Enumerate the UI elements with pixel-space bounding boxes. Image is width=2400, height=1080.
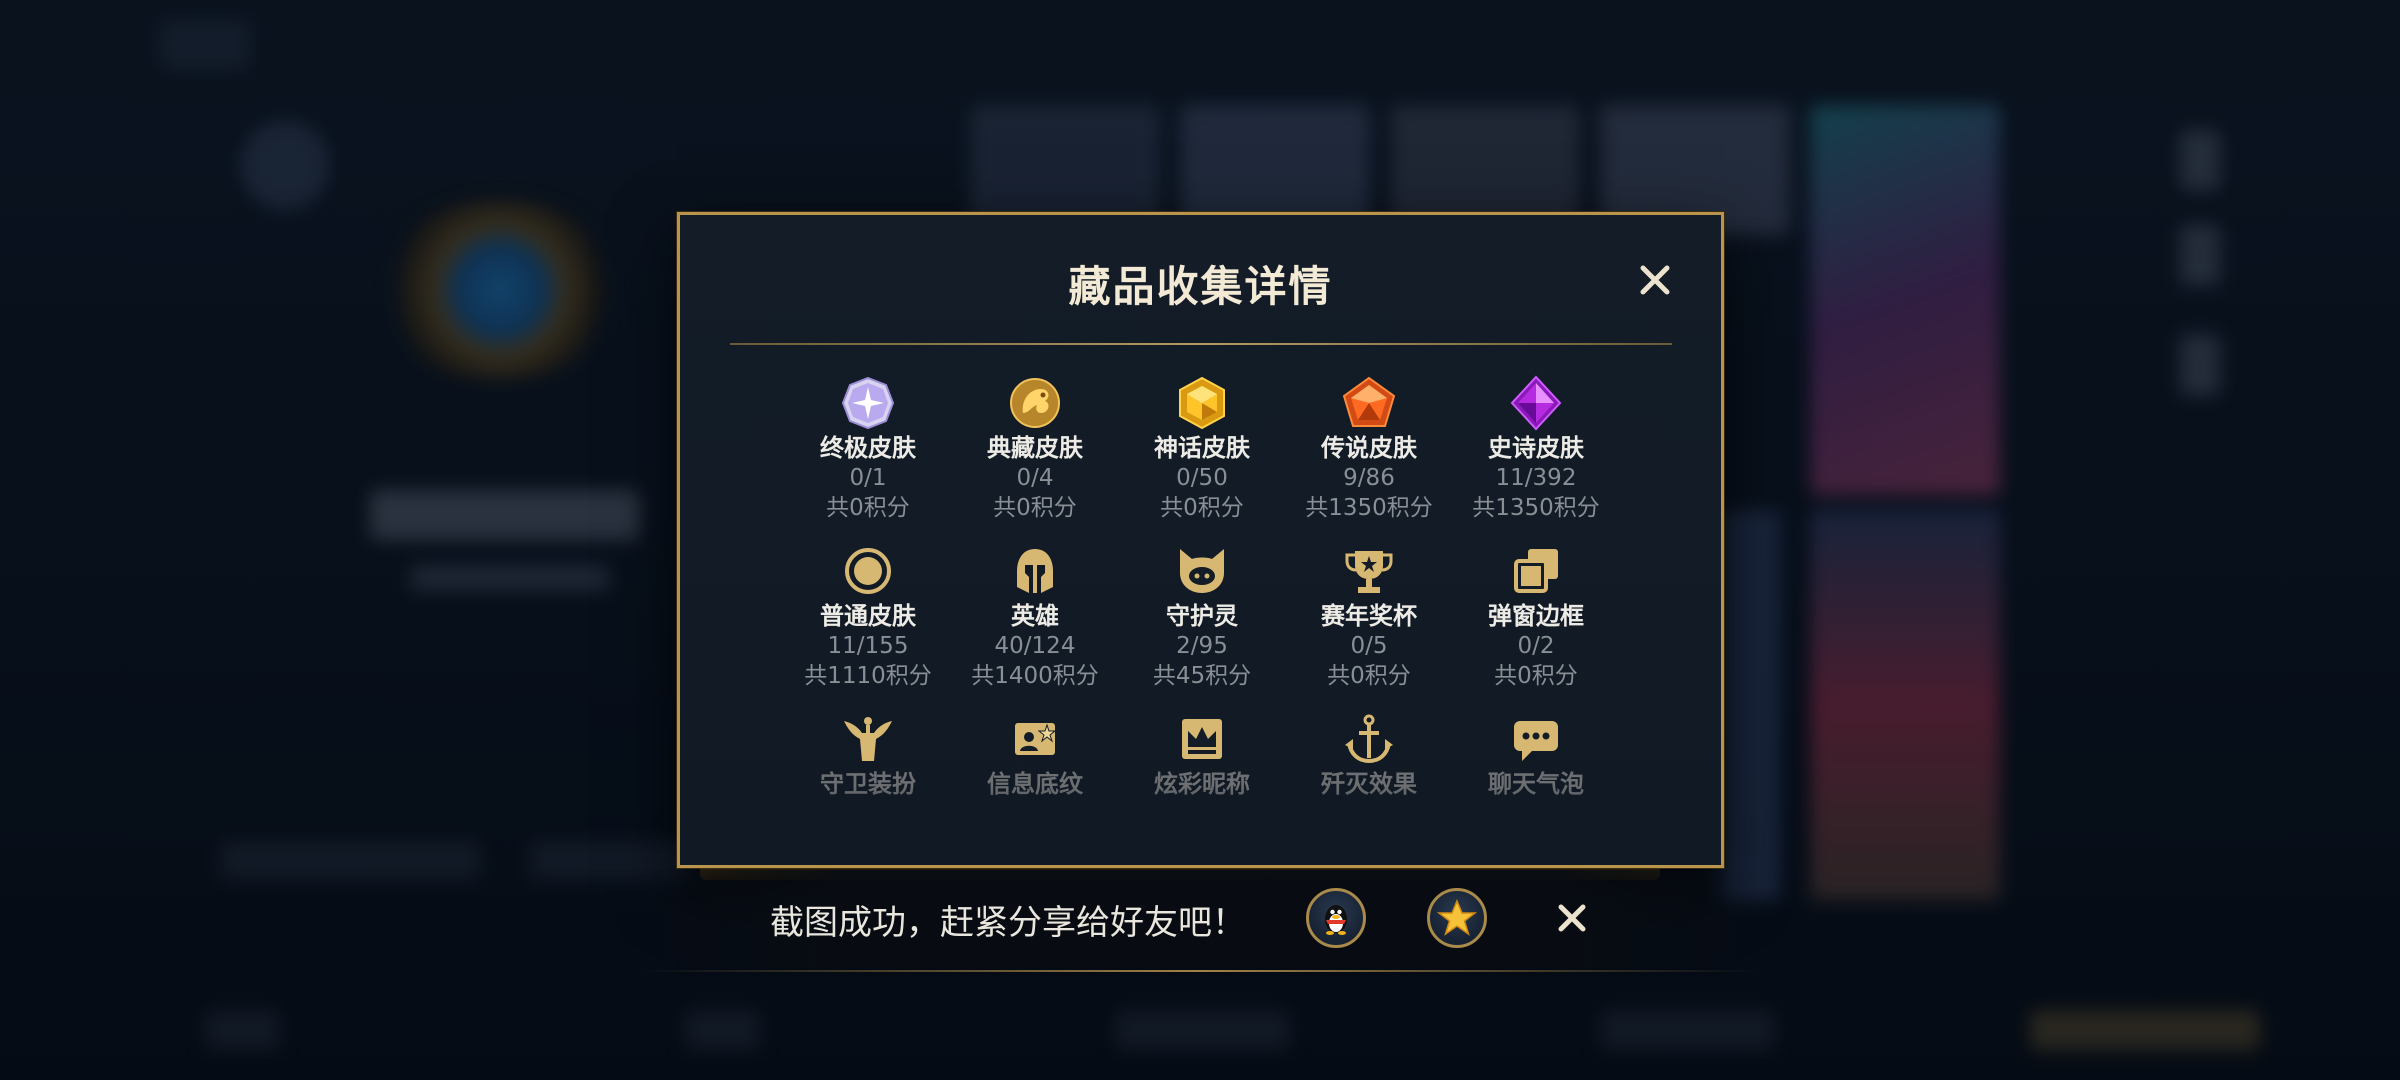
mythic-skin-icon	[1179, 376, 1225, 430]
collection-item-hero[interactable]: 英雄 40/124 共1400积分	[955, 543, 1115, 691]
item-count: 2/95	[1176, 633, 1228, 659]
item-points: 共1400积分	[971, 663, 1099, 689]
item-name: 信息底纹	[987, 770, 1083, 798]
item-points: 共0积分	[1494, 663, 1578, 689]
item-count: 0/50	[1176, 465, 1228, 491]
collection-item-ultimate-skin[interactable]: 终极皮肤 0/1 共0积分	[788, 375, 948, 523]
item-name: 守护灵	[1166, 602, 1238, 630]
screen: 藏品收集详情 终极皮肤 0/1 共0积分 典藏皮肤 0/4 共0积分 神话皮肤 …	[0, 0, 2400, 1080]
collection-item-kill-effect[interactable]: 歼灭效果	[1289, 711, 1449, 799]
item-points: 共0积分	[826, 495, 910, 521]
item-points: 共0积分	[993, 495, 1077, 521]
helmet-icon	[1017, 549, 1053, 593]
epic-skin-icon	[1510, 375, 1562, 431]
collection-item-info-background[interactable]: 信息底纹	[955, 711, 1115, 799]
collection-item-legendary-skin[interactable]: 传说皮肤 9/86 共1350积分	[1289, 375, 1449, 523]
item-name: 聊天气泡	[1488, 770, 1584, 798]
item-count: 0/4	[1016, 465, 1054, 491]
collection-item-guardian-spirit[interactable]: 守护灵 2/95 共45积分	[1122, 543, 1282, 691]
anchor-icon	[1345, 714, 1393, 764]
close-button[interactable]	[1635, 260, 1675, 300]
item-points: 共0积分	[1160, 495, 1244, 521]
collector-skin-icon	[1010, 378, 1060, 428]
toast-divider	[640, 970, 1760, 972]
title-divider	[730, 343, 1672, 345]
share-qq-button[interactable]	[1306, 888, 1366, 948]
item-name: 普通皮肤	[820, 602, 916, 630]
item-name: 传说皮肤	[1321, 434, 1417, 462]
item-name: 神话皮肤	[1154, 434, 1250, 462]
item-count: 40/124	[994, 633, 1076, 659]
item-name: 弹窗边框	[1488, 602, 1584, 630]
item-count: 0/1	[849, 465, 887, 491]
info-card-icon	[1015, 723, 1057, 755]
item-name: 赛年奖杯	[1321, 602, 1417, 630]
chat-bubble-icon	[1514, 721, 1558, 761]
toast-close-button[interactable]	[1552, 898, 1592, 938]
ultimate-skin-icon	[841, 376, 895, 430]
guard-outfit-icon	[844, 717, 892, 761]
dialog-title: 藏品收集详情	[1068, 262, 1333, 311]
item-count: 11/155	[827, 633, 909, 659]
star-icon	[1437, 899, 1477, 936]
item-name: 典藏皮肤	[987, 434, 1083, 462]
collection-item-flashy-nickname[interactable]: 炫彩昵称	[1122, 711, 1282, 799]
item-name: 歼灭效果	[1321, 770, 1417, 798]
toast-message: 截图成功，赶紧分享给好友吧！	[770, 903, 1246, 943]
collection-details-dialog: 藏品收集详情 终极皮肤 0/1 共0积分 典藏皮肤 0/4 共0积分 神话皮肤 …	[677, 212, 1724, 868]
close-icon	[1640, 265, 1670, 295]
collection-item-epic-skin[interactable]: 史诗皮肤 11/392 共1350积分	[1456, 375, 1616, 523]
item-name: 终极皮肤	[820, 434, 916, 462]
collection-item-guard-outfit[interactable]: 守卫装扮	[788, 711, 948, 799]
item-count: 0/2	[1517, 633, 1555, 659]
item-name: 英雄	[1011, 602, 1059, 630]
item-count: 11/392	[1495, 465, 1577, 491]
item-name: 史诗皮肤	[1488, 434, 1584, 462]
guardian-spirit-icon	[1180, 549, 1224, 593]
item-name: 守卫装扮	[820, 770, 916, 798]
collection-item-season-trophy[interactable]: 赛年奖杯 0/5 共0积分	[1289, 543, 1449, 691]
trophy-icon	[1345, 551, 1393, 593]
collection-item-collector-skin[interactable]: 典藏皮肤 0/4 共0积分	[955, 375, 1115, 523]
stacked-frames-icon	[1514, 549, 1558, 593]
close-icon	[1558, 904, 1586, 932]
collection-item-chat-bubble[interactable]: 聊天气泡	[1456, 711, 1616, 799]
item-points: 共1350积分	[1305, 495, 1433, 521]
collection-item-popup-frame[interactable]: 弹窗边框 0/2 共0积分	[1456, 543, 1616, 691]
item-points: 共1110积分	[804, 663, 932, 689]
normal-skin-icon	[845, 548, 891, 594]
item-points: 共1350积分	[1472, 495, 1600, 521]
item-name: 炫彩昵称	[1154, 770, 1250, 798]
collection-item-normal-skin[interactable]: 普通皮肤 11/155 共1110积分	[788, 543, 948, 691]
qq-penguin-icon	[1325, 905, 1347, 935]
item-count: 0/5	[1350, 633, 1388, 659]
legendary-skin-icon	[1342, 376, 1396, 427]
share-favorite-button[interactable]	[1427, 888, 1487, 948]
item-count: 9/86	[1343, 465, 1395, 491]
crown-card-icon	[1182, 719, 1222, 759]
collection-item-mythic-skin[interactable]: 神话皮肤 0/50 共0积分	[1122, 375, 1282, 523]
item-points: 共0积分	[1327, 663, 1411, 689]
item-points: 共45积分	[1152, 663, 1252, 689]
